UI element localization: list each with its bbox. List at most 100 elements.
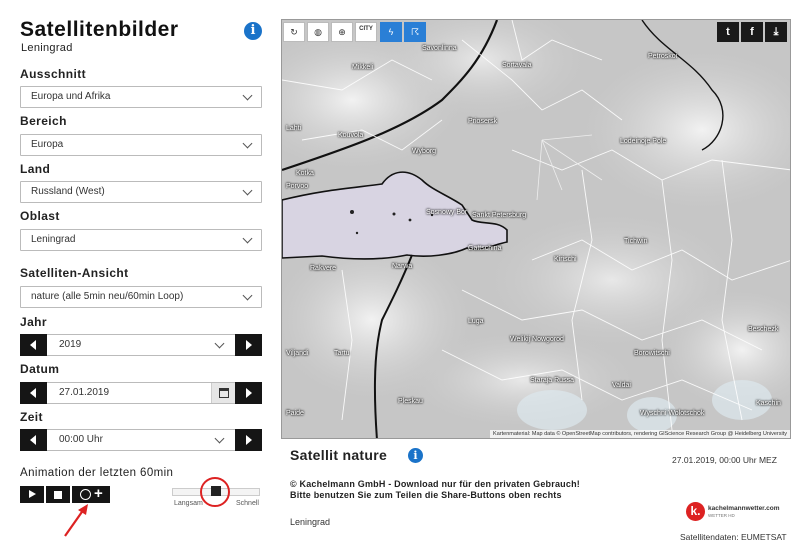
- globe-button[interactable]: ◍: [307, 22, 329, 42]
- map-city-label: Sortavala: [502, 62, 532, 69]
- logo-text: kachelmannwetter.com: [708, 505, 780, 512]
- jahr-next-button[interactable]: [235, 334, 262, 356]
- refresh-icon: ↻: [290, 27, 298, 37]
- chevron-down-icon: [242, 185, 253, 196]
- facebook-icon: f: [750, 26, 754, 38]
- map-city-label: Kotka: [296, 170, 314, 177]
- globe-icon: ◍: [314, 27, 322, 37]
- map-city-label: Porvoo: [286, 183, 309, 190]
- datum-next-button[interactable]: [235, 382, 262, 404]
- wind-button[interactable]: ☈: [404, 22, 426, 42]
- highlight-circle: [200, 477, 230, 507]
- share-hint-text: Bitte benutzen Sie zum Teilen die Share-…: [290, 490, 562, 500]
- map-city-label: Kirischi: [554, 256, 577, 263]
- arrow-left-icon: [30, 340, 36, 350]
- map-city-label: Beschezk: [748, 326, 779, 333]
- chevron-down-icon: [214, 433, 225, 444]
- map-city-label: Kouvola: [338, 132, 364, 139]
- animation-title: Animation der letzten 60min: [20, 467, 174, 479]
- zeit-next-button[interactable]: [235, 429, 262, 451]
- datum-stepper: 27.01.2019: [20, 382, 262, 404]
- speed-slow-label: Langsam: [174, 500, 203, 507]
- oblast-label: Oblast: [20, 209, 60, 223]
- oblast-value: Leningrad: [31, 234, 76, 245]
- download-button[interactable]: ⤓: [765, 22, 787, 42]
- info-icon[interactable]: i: [244, 22, 262, 40]
- datum-prev-button[interactable]: [20, 382, 47, 404]
- lightning-button[interactable]: ϟ: [380, 22, 402, 42]
- map-city-label: Mikkeli: [352, 64, 374, 71]
- map-city-label: Wyschni Wolotschok: [640, 410, 705, 417]
- satellite-data-source: Satellitendaten: EUMETSAT: [680, 532, 787, 542]
- chevron-down-icon: [214, 338, 225, 349]
- chevron-down-icon: [242, 233, 253, 244]
- arrow-right-icon: [246, 435, 252, 445]
- zeit-label: Zeit: [20, 410, 43, 424]
- plus-icon: +: [94, 485, 103, 502]
- map-city-label: Tichwin: [624, 238, 648, 245]
- datum-input[interactable]: 27.01.2019: [47, 382, 235, 404]
- map-city-label: Wyborg: [412, 148, 437, 155]
- land-select[interactable]: Russland (West): [20, 181, 262, 203]
- city-toggle-button[interactable]: CITY: [355, 22, 377, 42]
- land-value: Russland (West): [31, 186, 105, 197]
- bereich-select[interactable]: Europa: [20, 134, 262, 156]
- city-toggle-label: CITY: [359, 26, 373, 32]
- annotation-arrow-icon: [64, 504, 88, 537]
- zeit-stepper: 00:00 Uhr: [20, 429, 262, 451]
- map-city-label: Tartu: [334, 350, 350, 357]
- stop-icon: [54, 491, 62, 499]
- bereich-label: Bereich: [20, 114, 67, 128]
- zeit-value: 00:00 Uhr: [59, 434, 103, 445]
- map-city-label: Staraja Russa: [530, 377, 574, 384]
- jahr-value: 2019: [59, 339, 82, 350]
- map-city-label: Kaschin: [756, 400, 781, 407]
- chevron-down-icon: [242, 290, 253, 301]
- jahr-prev-button[interactable]: [20, 334, 47, 356]
- wind-icon: ☈: [410, 27, 420, 37]
- map-city-label: Paide: [286, 410, 304, 417]
- ausschnitt-label: Ausschnitt: [20, 67, 87, 81]
- twitter-share-button[interactable]: t: [717, 22, 739, 42]
- refresh-button[interactable]: ↻: [283, 22, 305, 42]
- ausschnitt-select[interactable]: Europa und Afrika: [20, 86, 262, 108]
- map-city-label: Lodeinoje Pole: [620, 138, 667, 145]
- ansicht-select[interactable]: nature (alle 5min neu/60min Loop): [20, 286, 262, 308]
- arrow-right-icon: [246, 388, 252, 398]
- oblast-select[interactable]: Leningrad: [20, 229, 262, 251]
- stop-button[interactable]: [46, 486, 70, 503]
- logo-k-icon: k.: [686, 502, 705, 521]
- satellite-title: Satellit nature: [290, 447, 388, 463]
- page-subtitle: Leningrad: [21, 42, 73, 54]
- zeit-prev-button[interactable]: [20, 429, 47, 451]
- map-city-label: Pleskau: [398, 398, 423, 405]
- download-icon: ⤓: [773, 26, 779, 38]
- timestamp: 27.01.2019, 00:00 Uhr MEZ: [672, 455, 777, 465]
- add-time-button[interactable]: +: [72, 485, 110, 503]
- page-title: Satellitenbilder: [20, 18, 179, 41]
- play-button[interactable]: [20, 486, 44, 503]
- jahr-select[interactable]: 2019: [47, 334, 235, 356]
- info-icon[interactable]: i: [408, 448, 423, 463]
- map-city-label: Rakvere: [310, 265, 337, 272]
- map-city-label: Luga: [468, 318, 484, 325]
- calendar-icon: [219, 388, 229, 398]
- ausschnitt-value: Europa und Afrika: [31, 91, 111, 102]
- zoom-button[interactable]: ⊕: [331, 22, 353, 42]
- facebook-share-button[interactable]: f: [741, 22, 763, 42]
- ansicht-label: Satelliten-Ansicht: [20, 266, 129, 280]
- calendar-button[interactable]: [211, 383, 235, 403]
- zeit-select[interactable]: 00:00 Uhr: [47, 429, 235, 451]
- kachelmann-logo[interactable]: k. kachelmannwetter.com WETTER HD: [686, 502, 786, 526]
- logo-subtext: WETTER HD: [708, 513, 735, 518]
- bereich-value: Europa: [31, 139, 64, 150]
- map-city-label: Sosnowy Bor: [426, 209, 468, 216]
- chevron-down-icon: [242, 90, 253, 101]
- map-city-label: Narwa: [392, 263, 413, 270]
- jahr-stepper: 2019: [20, 334, 262, 356]
- twitter-icon: t: [726, 26, 730, 38]
- map-city-label: Viljandi: [286, 350, 309, 357]
- map-city-label: Gattschina: [468, 245, 502, 252]
- satellite-map[interactable]: Savonlinna Sortavala Petroskoi Mikkeli L…: [281, 19, 791, 439]
- lightning-icon: ϟ: [388, 27, 394, 37]
